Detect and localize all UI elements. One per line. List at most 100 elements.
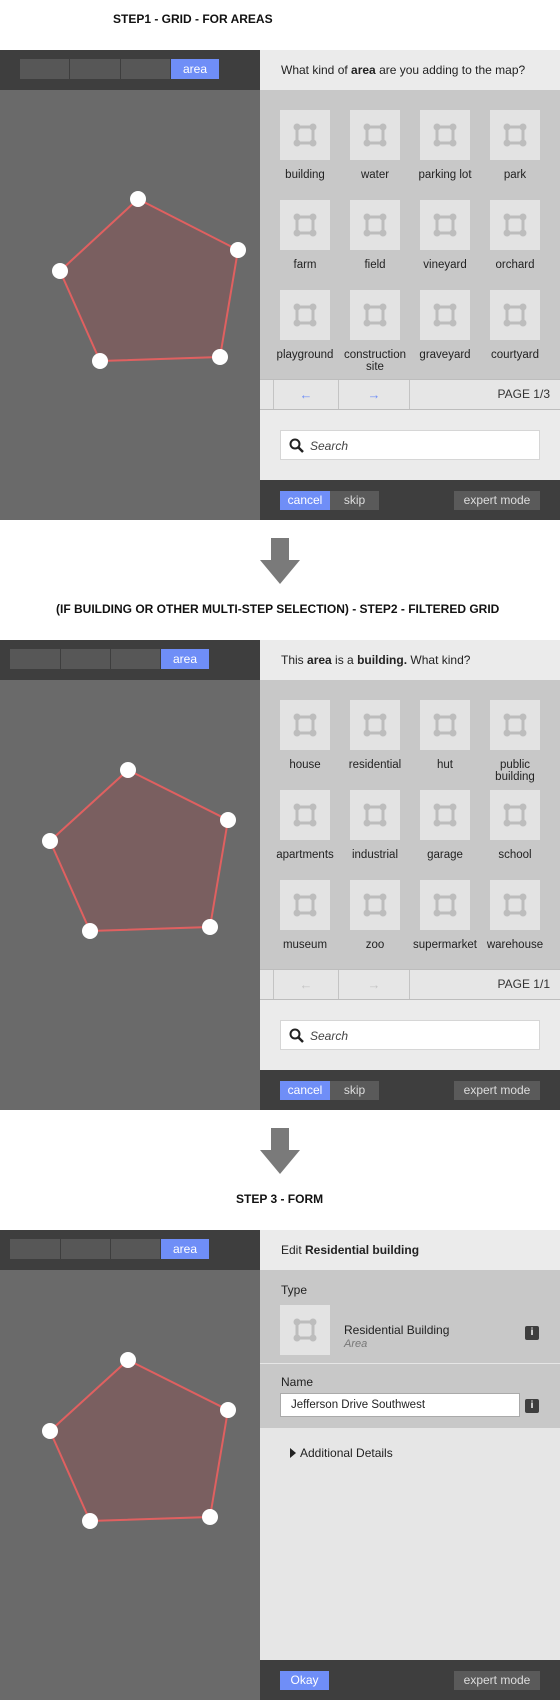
preset-tile[interactable]: residential: [340, 700, 410, 771]
vertex-handle[interactable]: [202, 1509, 218, 1525]
mode-point-button[interactable]: [20, 59, 70, 79]
skip-button[interactable]: skip: [330, 1081, 379, 1100]
area-polygon[interactable]: [0, 680, 260, 1110]
name-field[interactable]: Jefferson Drive Southwest: [280, 1393, 520, 1417]
vertex-handle[interactable]: [42, 1423, 58, 1439]
preset-tile[interactable]: farm: [270, 200, 340, 271]
preset-tile-label: field: [364, 259, 386, 271]
preset-tile[interactable]: museum: [270, 880, 340, 951]
preset-icon-box: [420, 880, 470, 930]
preset-tile-label: courtyard: [491, 349, 539, 361]
preset-icon-box: [350, 110, 400, 160]
preset-tile[interactable]: apartments: [270, 790, 340, 861]
preset-tile[interactable]: public building: [480, 700, 550, 783]
next-page-button: →: [339, 970, 410, 999]
preset-tile-label: parking lot: [418, 169, 472, 181]
prev-page-button[interactable]: ←: [274, 380, 339, 409]
area-polygon[interactable]: [0, 1270, 260, 1700]
search-input[interactable]: Search: [280, 1020, 540, 1050]
editor-sidebar: Edit Residential building Type Residenti…: [260, 1230, 560, 1700]
skip-button[interactable]: skip: [330, 491, 379, 510]
vertex-handle[interactable]: [92, 353, 108, 369]
cancel-button[interactable]: cancel: [280, 1081, 330, 1100]
mode-line-button[interactable]: [61, 649, 111, 669]
down-arrow-icon: [260, 538, 300, 584]
preset-tile[interactable]: industrial: [340, 790, 410, 861]
vertex-handle[interactable]: [42, 833, 58, 849]
preset-tile[interactable]: hut: [410, 700, 480, 771]
preset-tile-label: vineyard: [423, 259, 467, 271]
map-view[interactable]: area: [0, 50, 260, 520]
vertex-handle[interactable]: [212, 349, 228, 365]
preset-tile[interactable]: orchard: [480, 200, 550, 271]
preset-icon-box: [420, 290, 470, 340]
vertex-handle[interactable]: [220, 812, 236, 828]
area-preset-icon: [293, 123, 317, 147]
vertex-handle[interactable]: [82, 1513, 98, 1529]
area-preset-icon: [293, 213, 317, 237]
next-page-button[interactable]: →: [339, 380, 410, 409]
map-view[interactable]: area: [0, 640, 260, 1110]
page-indicator: PAGE 1/1: [497, 977, 550, 991]
step1-caption: STEP1 - GRID - FOR AREAS: [113, 12, 273, 26]
cancel-button[interactable]: cancel: [280, 491, 330, 510]
info-icon[interactable]: i: [525, 1326, 539, 1340]
okay-button[interactable]: Okay: [280, 1671, 329, 1690]
area-preset-icon: [293, 713, 317, 737]
preset-tile[interactable]: field: [340, 200, 410, 271]
expert-mode-button[interactable]: expert mode: [454, 1671, 540, 1690]
info-icon[interactable]: i: [525, 1399, 539, 1413]
step3-caption: STEP 3 - FORM: [236, 1192, 324, 1206]
search-input[interactable]: Search: [280, 430, 540, 460]
sidebar-header: What kind of area are you adding to the …: [260, 50, 560, 90]
mode-area-button[interactable]: area: [161, 1239, 210, 1259]
preset-tile[interactable]: building: [270, 110, 340, 181]
mode-path-button[interactable]: [111, 1239, 161, 1259]
vertex-handle[interactable]: [120, 762, 136, 778]
pager: ← → PAGE 1/1: [260, 969, 560, 1000]
preset-tile-label: apartments: [276, 849, 334, 861]
mode-path-button[interactable]: [121, 59, 171, 79]
area-preset-icon: [293, 803, 317, 827]
preset-tile[interactable]: graveyard: [410, 290, 480, 361]
area-preset-icon: [433, 213, 457, 237]
vertex-handle[interactable]: [230, 242, 246, 258]
preset-tile[interactable]: school: [480, 790, 550, 861]
map-view[interactable]: area: [0, 1230, 260, 1700]
preset-tile[interactable]: water: [340, 110, 410, 181]
preset-tile[interactable]: parking lot: [410, 110, 480, 181]
mode-line-button[interactable]: [61, 1239, 111, 1259]
preset-tile[interactable]: park: [480, 110, 550, 181]
mode-area-button[interactable]: area: [171, 59, 220, 79]
mode-line-button[interactable]: [70, 59, 121, 79]
mode-point-button[interactable]: [10, 649, 61, 669]
vertex-handle[interactable]: [82, 923, 98, 939]
preset-tile[interactable]: garage: [410, 790, 480, 861]
expert-mode-button[interactable]: expert mode: [454, 1081, 540, 1100]
mode-path-button[interactable]: [111, 649, 161, 669]
search-icon: [289, 438, 304, 453]
preset-tile[interactable]: construction site: [340, 290, 410, 373]
preset-type-button[interactable]: [280, 1305, 330, 1355]
preset-tile[interactable]: vineyard: [410, 200, 480, 271]
pager: ← → PAGE 1/3: [260, 379, 560, 410]
vertex-handle[interactable]: [130, 191, 146, 207]
vertex-handle[interactable]: [52, 263, 68, 279]
mode-area-button[interactable]: area: [161, 649, 210, 669]
expert-mode-button[interactable]: expert mode: [454, 491, 540, 510]
preset-tile-label: museum: [282, 939, 328, 951]
preset-tile[interactable]: supermarket: [410, 880, 480, 951]
vertex-handle[interactable]: [120, 1352, 136, 1368]
additional-details-toggle[interactable]: Additional Details: [289, 1446, 393, 1460]
mode-point-button[interactable]: [10, 1239, 61, 1259]
preset-icon-box: [280, 700, 330, 750]
vertex-handle[interactable]: [202, 919, 218, 935]
preset-tile[interactable]: zoo: [340, 880, 410, 951]
down-arrow-icon: [260, 1128, 300, 1174]
preset-tile[interactable]: courtyard: [480, 290, 550, 361]
preset-tile[interactable]: playground: [270, 290, 340, 361]
vertex-handle[interactable]: [220, 1402, 236, 1418]
preset-tile[interactable]: warehouse: [480, 880, 550, 951]
area-polygon[interactable]: [0, 90, 260, 520]
preset-tile[interactable]: house: [270, 700, 340, 771]
